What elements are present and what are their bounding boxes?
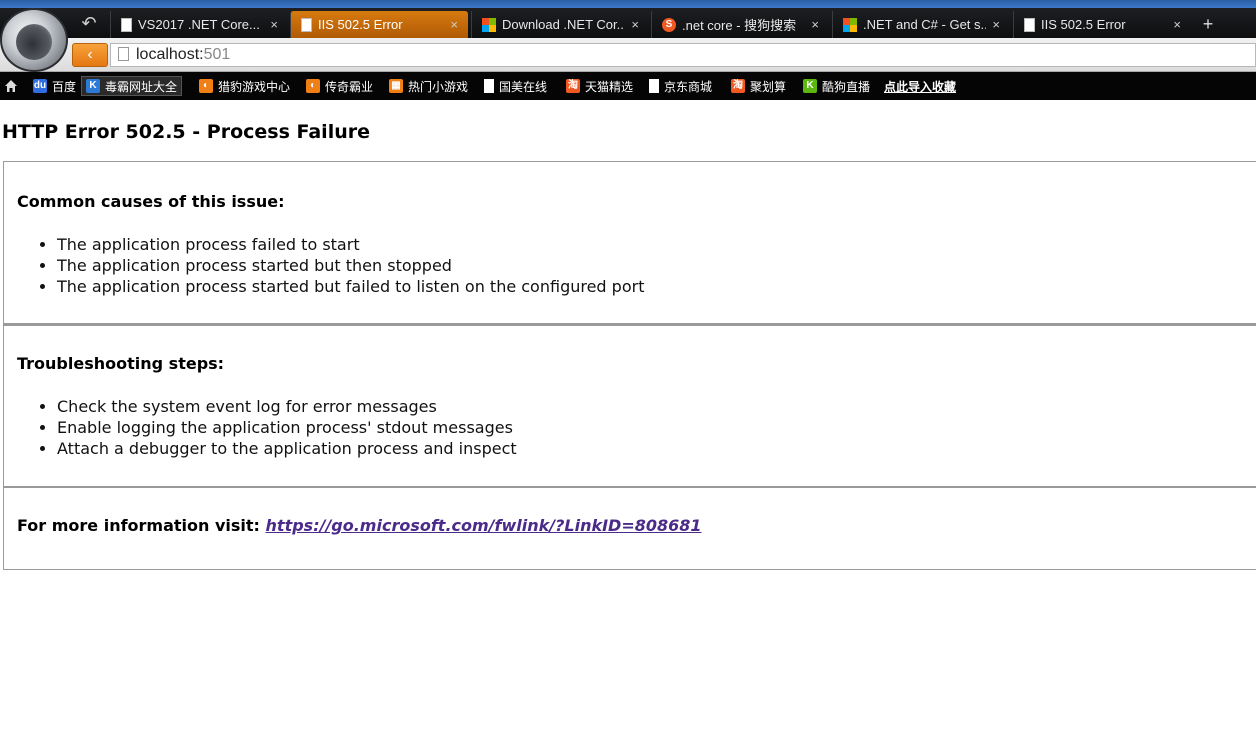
page-icon [118,47,129,61]
page-icon [484,79,494,93]
undo-close-tab-icon[interactable]: ↶ [72,10,106,36]
troubleshooting-list: Check the system event log for error mes… [17,396,517,459]
tab[interactable]: Download .NET Cor... × [471,11,649,38]
bookmark-icon: K [803,79,817,93]
bookmark-label: 传奇霸业 [325,79,374,94]
bookmark-label: 百度 [52,79,77,94]
bookmark-label: 聚划算 [750,79,787,94]
home-icon[interactable] [4,79,18,93]
tab[interactable]: S .net core - 搜狗搜索 × [651,11,829,38]
bookmark-label: 猎豹游戏中心 [218,79,291,94]
bookmark-item[interactable]: ▦ 热门小游戏 [389,77,468,95]
bookmark-item[interactable]: 点此导入收藏 [884,77,956,95]
causes-list: The application process failed to start … [17,234,644,297]
list-item: Enable logging the application process' … [57,417,517,438]
bookmark-label: 天猫精选 [585,79,634,94]
cheetah-icon [16,24,52,60]
list-item: The application process failed to start [57,234,644,255]
bookmark-icon: ◐ [199,79,213,93]
tab-label: .NET and C# - Get s... [863,17,987,32]
page-title: HTTP Error 502.5 - Process Failure [2,121,370,143]
tab[interactable]: IIS 502.5 Error × [290,11,468,38]
tab[interactable]: VS2017 .NET Core... × [110,11,288,38]
bookmark-item[interactable]: 京东商城 [649,77,712,95]
close-icon[interactable]: × [811,17,819,32]
tab-label: IIS 502.5 Error [318,17,403,32]
bookmark-item[interactable]: 淘天猫精选 [566,77,633,95]
new-tab-button[interactable]: + [1196,11,1220,38]
back-button[interactable]: ‹ [72,43,108,67]
bookmark-label: 酷狗直播 [822,79,871,94]
microsoft-icon [843,17,857,32]
tab-label: IIS 502.5 Error [1041,17,1126,32]
bookmark-icon: 淘 [566,79,580,93]
bookmark-label: 热门小游戏 [408,79,469,94]
bookmark-icon: 淘 [731,79,745,93]
more-info-label: For more information visit: [17,516,266,535]
bookmark-item[interactable]: K 毒霸网址大全 [81,76,183,96]
close-icon[interactable]: × [1173,17,1181,32]
troubleshooting-heading: Troubleshooting steps: [17,354,225,373]
page-icon [301,17,312,32]
close-icon[interactable]: × [631,17,639,32]
address-text[interactable]: localhost:501 [136,45,230,65]
list-item: Attach a debugger to the application pro… [57,438,517,459]
bookmark-label: 国美在线 [499,79,548,94]
close-icon[interactable]: × [992,17,1000,32]
more-info-line: For more information visit: https://go.m… [17,516,702,535]
url-port: 501 [203,46,231,63]
microsoft-icon [482,17,496,32]
bookmark-item[interactable]: K 酷狗直播 [803,77,870,95]
address-bar[interactable] [110,43,1256,67]
url-host: localhost: [136,46,204,63]
bookmark-item[interactable]: du 百度 [33,77,76,95]
tab-label: VS2017 .NET Core... [138,17,260,32]
bookmark-icon: du [33,79,47,93]
bookmark-icon: K [86,79,100,93]
browser-logo[interactable] [0,8,68,72]
close-icon[interactable]: × [450,17,458,32]
tab[interactable]: IIS 502.5 Error × [1013,11,1191,38]
tab-label: .net core - 搜狗搜索 [682,18,797,33]
bookmark-label: 毒霸网址大全 [105,79,178,94]
list-item: The application process started but then… [57,255,644,276]
page-icon [649,79,659,93]
bookmark-item[interactable]: ◐ 猎豹游戏中心 [199,77,290,95]
bookmark-item[interactable]: 淘聚划算 [731,77,786,95]
list-item: Check the system event log for error mes… [57,396,517,417]
page-icon [1024,17,1035,32]
bookmark-icon: ▦ [389,79,403,93]
bookmark-item[interactable]: 国美在线 [484,77,547,95]
window-title-bar [0,0,1256,8]
tab[interactable]: .NET and C# - Get s... × [832,11,1010,38]
close-icon[interactable]: × [270,17,278,32]
bookmark-icon: ◐ [306,79,320,93]
more-info-link[interactable]: https://go.microsoft.com/fwlink/?LinkID=… [266,516,702,535]
causes-heading: Common causes of this issue: [17,192,285,211]
sogou-icon: S [662,17,676,32]
bookmark-item[interactable]: ◐ 传奇霸业 [306,77,373,95]
bookmark-label: 京东商城 [664,79,713,94]
bookmark-label: 点此导入收藏 [884,79,957,94]
page-icon [121,17,132,32]
list-item: The application process started but fail… [57,276,644,297]
tab-label: Download .NET Cor... [502,17,626,32]
